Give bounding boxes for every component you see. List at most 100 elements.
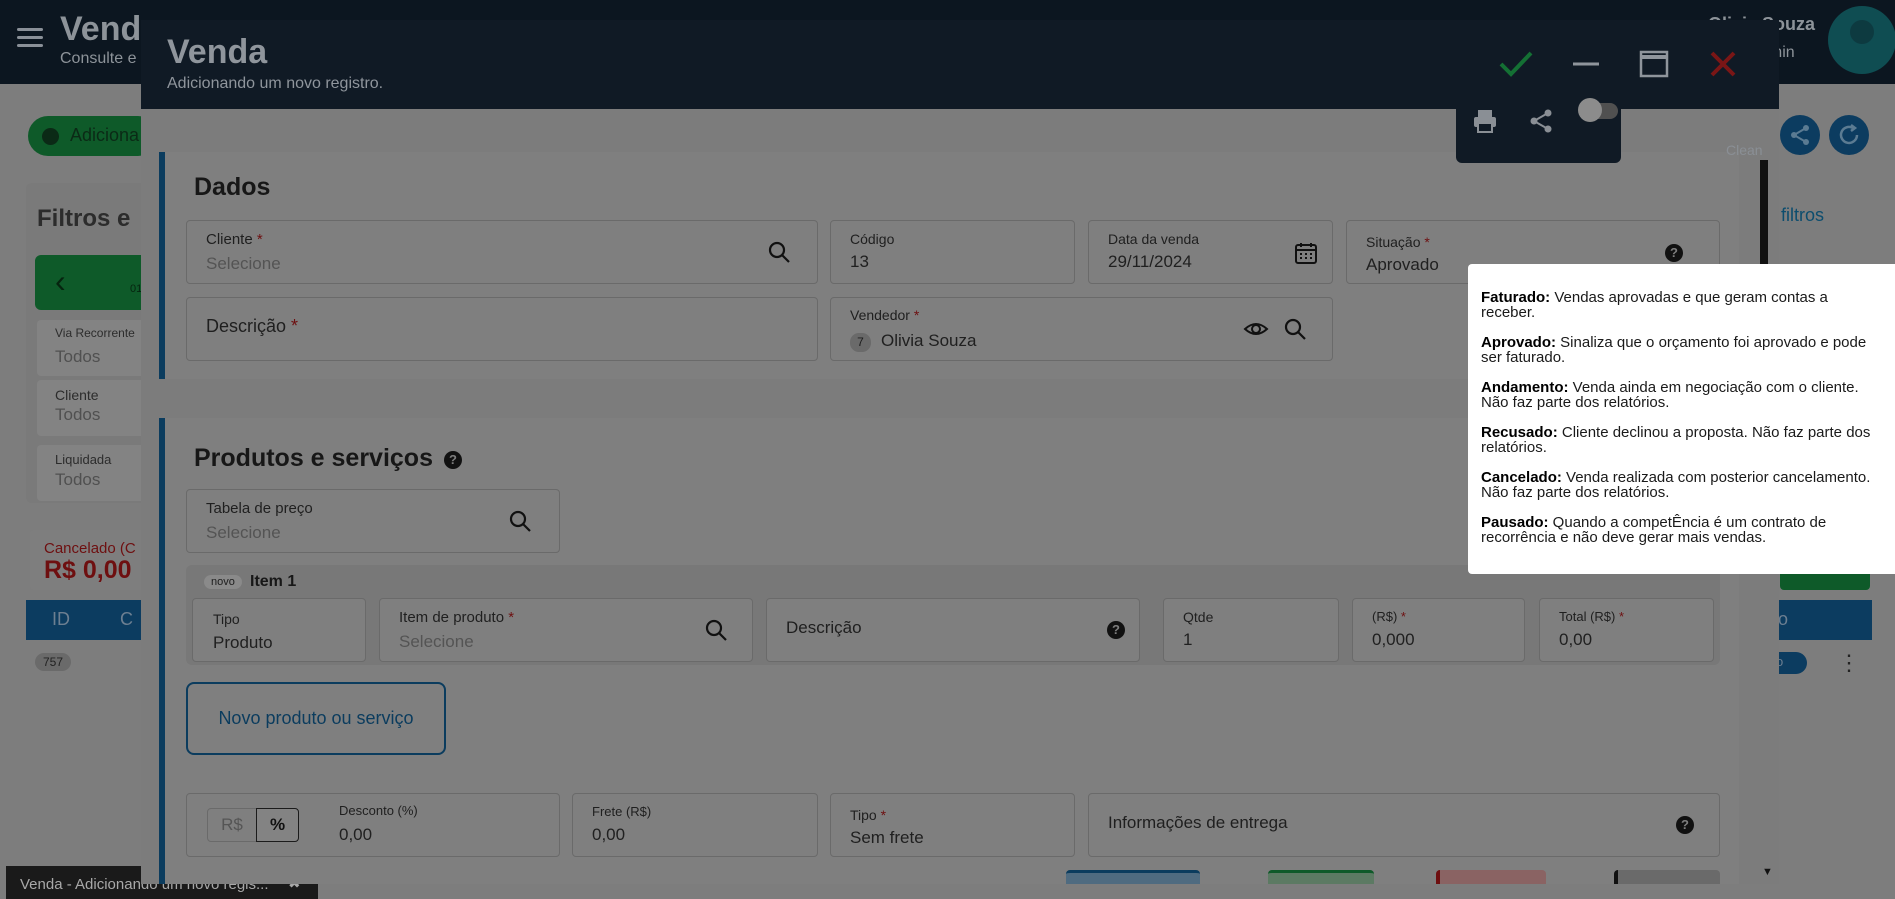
bottom-action-blue[interactable]	[1066, 870, 1200, 884]
clean-toggle[interactable]	[1578, 98, 1602, 122]
plus-icon	[42, 128, 59, 145]
bottom-action-dark[interactable]	[1614, 870, 1720, 884]
cancel-summary-label: Cancelado (C	[44, 540, 136, 557]
vendedor-label: Vendedor *	[850, 307, 920, 323]
help-icon[interactable]: ?	[1107, 621, 1125, 639]
check-icon[interactable]	[1494, 42, 1538, 86]
tabela-preco-placeholder: Selecione	[206, 523, 281, 542]
filter-value: Todos	[55, 405, 101, 424]
hamburger-icon[interactable]	[17, 28, 43, 48]
item-label: Item 1	[250, 573, 297, 590]
descricao-label: Descrição *	[206, 316, 299, 336]
vendedor-value: Olivia Souza	[881, 331, 977, 350]
tooltip-item: Recusado: Cliente declinou a proposta. N…	[1481, 424, 1871, 456]
preco-value: 0,000	[1372, 630, 1415, 649]
tabela-preco-field[interactable]: Tabela de preço Selecione	[186, 489, 560, 553]
item-produto-field[interactable]: Item de produto * Selecione	[379, 598, 753, 662]
row-id-badge: 757	[35, 653, 72, 671]
tooltip-item: Pausado: Quando a competÊncia é um contr…	[1481, 514, 1827, 546]
situacao-label: Situação *	[1366, 234, 1430, 250]
modal-scrollbar[interactable]	[1760, 160, 1768, 265]
vendedor-id-badge: 7	[850, 333, 871, 352]
desconto-rs-toggle[interactable]: R$	[207, 808, 257, 842]
minimize-icon[interactable]	[1564, 42, 1608, 86]
vendedor-field[interactable]: Vendedor * 7 Olivia Souza	[830, 297, 1333, 361]
cliente-placeholder: Selecione	[206, 254, 281, 273]
cliente-label: Cliente *	[206, 231, 263, 248]
modal-subtitle: Adicionando um novo registro.	[167, 75, 384, 92]
item-tipo-field[interactable]: Tipo Produto	[192, 598, 366, 662]
scroll-down-icon[interactable]: ▼	[1762, 866, 1773, 878]
cliente-field[interactable]: Cliente * Selecione	[186, 220, 818, 284]
desconto-value: 0,00	[339, 825, 373, 844]
clean-toggle-label: Clean	[1726, 142, 1763, 158]
search-icon[interactable]	[766, 239, 792, 265]
novo-badge: novo	[204, 575, 242, 589]
table-header-c[interactable]: C	[120, 609, 133, 630]
kebab-icon[interactable]: ⋮	[1838, 650, 1860, 676]
tooltip-item: Cancelado: Venda realizada com posterior…	[1481, 469, 1871, 501]
search-icon[interactable]	[507, 508, 533, 534]
cancel-summary-value: R$ 0,00	[44, 556, 132, 584]
tipo-frete-label: Tipo *	[850, 807, 887, 823]
refresh-icon[interactable]	[1829, 115, 1869, 155]
dados-title: Dados	[194, 173, 271, 201]
total-field[interactable]: Total (R$) * 0,00	[1539, 598, 1714, 662]
filter-value: Todos	[55, 470, 101, 489]
frete-field[interactable]: Frete (R$) 0,00	[572, 793, 818, 857]
item-produto-label: Item de produto *	[399, 609, 515, 626]
preco-field[interactable]: (R$) * 0,000	[1352, 598, 1525, 662]
table-header-id[interactable]: ID	[52, 609, 70, 630]
qtde-value: 1	[1183, 630, 1193, 649]
item-produto-placeholder: Selecione	[399, 632, 474, 651]
print-icon[interactable]	[1468, 104, 1502, 138]
help-icon[interactable]: ?	[1665, 244, 1683, 262]
modal-title: Venda	[167, 33, 268, 71]
codigo-field[interactable]: Código 13	[830, 220, 1075, 284]
preco-label: (R$) *	[1372, 609, 1406, 624]
share-icon[interactable]	[1524, 104, 1558, 138]
descricao-field[interactable]: Descrição *	[186, 297, 818, 361]
search-icon[interactable]	[703, 617, 729, 643]
frete-label: Frete (R$)	[592, 804, 652, 819]
entrega-field[interactable]: Informações de entrega ?	[1088, 793, 1720, 857]
help-icon[interactable]: ?	[444, 451, 462, 469]
avatar[interactable]	[1828, 6, 1895, 74]
desconto-pct-toggle[interactable]: %	[256, 808, 299, 842]
total-value: 0,00	[1559, 630, 1593, 649]
tipo-frete-field[interactable]: Tipo * Sem frete	[830, 793, 1075, 857]
filter-label: Liquidada	[55, 452, 112, 467]
tipo-frete-value: Sem frete	[850, 828, 924, 847]
filters-title: Filtros e	[37, 205, 131, 232]
filter-value: Todos	[55, 347, 101, 366]
item-descricao-label: Descrição	[786, 618, 862, 637]
modal-toolbar	[1456, 90, 1621, 163]
qtde-label: Qtde	[1183, 609, 1214, 625]
situacao-tooltip: Faturado: Vendas aprovadas e que geram c…	[1468, 264, 1895, 574]
situacao-value: Aprovado	[1366, 255, 1439, 274]
search-icon[interactable]	[1282, 316, 1308, 342]
app-title: Vend	[60, 10, 142, 48]
item-tipo-label: Tipo	[213, 611, 240, 627]
bottom-action-red[interactable]	[1436, 870, 1546, 884]
tabela-preco-label: Tabela de preço	[206, 500, 313, 517]
close-icon[interactable]	[1701, 42, 1745, 86]
bottom-action-green[interactable]	[1268, 870, 1374, 884]
qtde-field[interactable]: Qtde 1	[1163, 598, 1339, 662]
item-tipo-value: Produto	[213, 633, 273, 652]
calendar-icon[interactable]	[1293, 240, 1319, 266]
help-icon[interactable]: ?	[1676, 816, 1694, 834]
maximize-icon[interactable]	[1632, 42, 1676, 86]
app-subtitle: Consulte e	[60, 50, 137, 67]
codigo-label: Código	[850, 231, 895, 247]
frete-value: 0,00	[592, 825, 626, 844]
item-descricao-field[interactable]: Descrição ?	[766, 598, 1140, 662]
data-venda-label: Data da venda	[1108, 231, 1200, 247]
codigo-value: 13	[850, 252, 869, 271]
filter-label: Cliente	[55, 387, 99, 403]
share-icon[interactable]	[1780, 115, 1820, 155]
novo-produto-button[interactable]: Novo produto ou serviço	[186, 682, 446, 755]
tooltip-item: Faturado: Vendas aprovadas e que geram c…	[1481, 289, 1828, 321]
eye-icon[interactable]	[1243, 316, 1269, 342]
data-venda-field[interactable]: Data da venda 29/11/2024	[1088, 220, 1333, 284]
